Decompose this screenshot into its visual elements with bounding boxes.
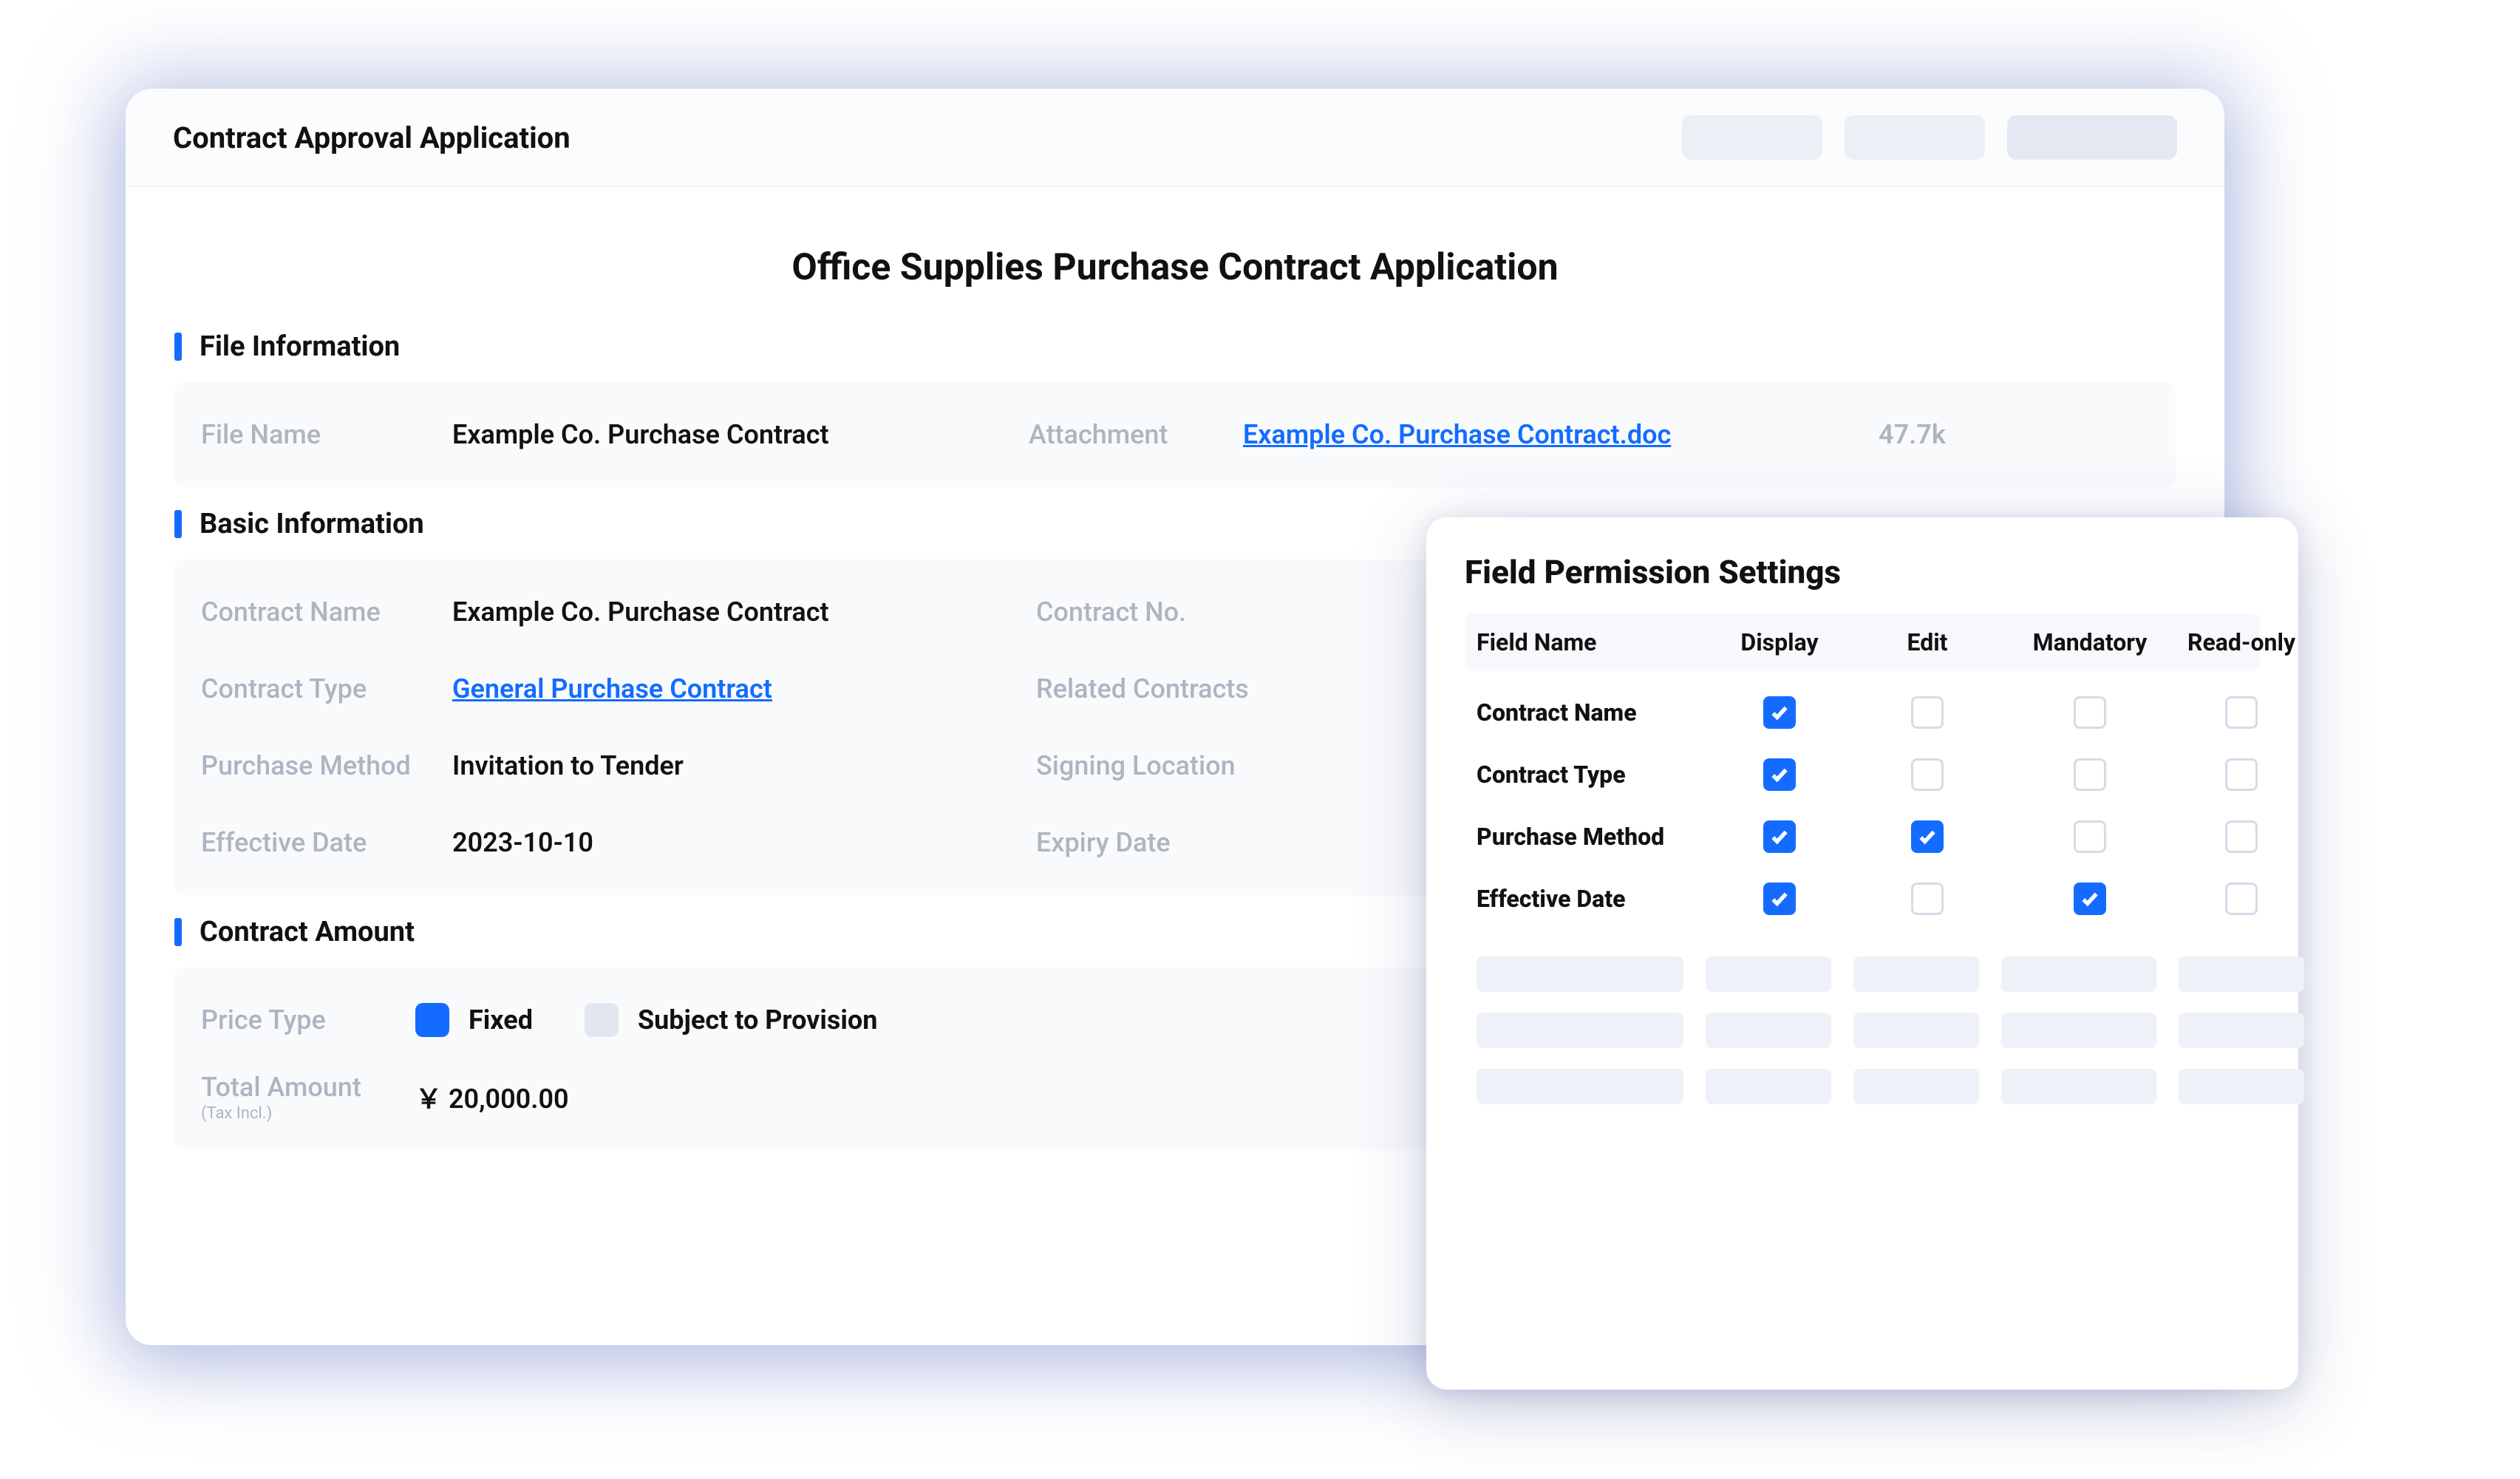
attachment-link[interactable]: Example Co. Purchase Contract.doc [1243, 419, 1864, 450]
value-effective-date: 2023-10-10 [452, 827, 593, 858]
header-actions [1682, 115, 2177, 160]
attachment-size: 47.7k [1879, 419, 1946, 450]
checkbox[interactable] [1911, 883, 1944, 915]
section-accent-bar [174, 510, 182, 538]
col-display: Display [1706, 628, 1853, 656]
header-action-placeholder[interactable] [1682, 115, 1822, 160]
permission-row: Purchase Method [1465, 806, 2260, 868]
label-effective-date: Effective Date [201, 827, 452, 858]
value-contract-type[interactable]: General Purchase Contract [452, 673, 772, 704]
permission-field-name: Contract Name [1477, 698, 1706, 727]
section-title-basic: Basic Information [200, 508, 424, 540]
label-expiry-date: Expiry Date [1036, 827, 1302, 858]
radio-box-icon [415, 1003, 449, 1037]
section-title-amount: Contract Amount [200, 916, 415, 948]
label-price-type: Price Type [201, 1004, 415, 1036]
permission-field-name: Contract Type [1477, 761, 1706, 789]
section-accent-bar [174, 918, 182, 946]
header-action-placeholder[interactable] [1845, 115, 1985, 160]
label-total-amount-sub: (Tax Incl.) [201, 1104, 415, 1123]
file-info-block: File Name Example Co. Purchase Contract … [174, 382, 2176, 487]
checkbox[interactable] [2225, 820, 2258, 853]
permission-panel-title: Field Permission Settings [1465, 553, 2260, 591]
checkbox[interactable] [1911, 758, 1944, 791]
label-file-name: File Name [201, 419, 452, 450]
permission-table-header: Field Name Display Edit Mandatory Read-o… [1465, 613, 2260, 671]
label-contract-name: Contract Name [201, 596, 452, 628]
value-file-name: Example Co. Purchase Contract [452, 419, 1029, 450]
col-readonly: Read-only [2179, 628, 2304, 656]
checkbox[interactable] [1763, 696, 1796, 729]
permission-field-name: Purchase Method [1477, 823, 1706, 851]
label-contract-no: Contract No. [1036, 596, 1302, 628]
label-signing-location: Signing Location [1036, 750, 1302, 781]
label-total-amount: Total Amount (Tax Incl.) [201, 1072, 415, 1123]
label-related-contracts: Related Contracts [1036, 673, 1302, 704]
field-permission-panel: Field Permission Settings Field Name Dis… [1426, 517, 2298, 1390]
permission-placeholder-rows [1465, 946, 2260, 1115]
checkbox[interactable] [2074, 883, 2106, 915]
checkbox[interactable] [1763, 820, 1796, 853]
checkbox[interactable] [2074, 820, 2106, 853]
label-purchase-method: Purchase Method [201, 750, 452, 781]
radio-box-icon [585, 1003, 619, 1037]
radio-label-provision: Subject to Provision [638, 1004, 877, 1036]
checkbox[interactable] [1911, 820, 1944, 853]
form-title: Office Supplies Purchase Contract Applic… [174, 246, 2176, 289]
section-accent-bar [174, 333, 182, 361]
col-mandatory: Mandatory [2001, 628, 2179, 656]
value-purchase-method: Invitation to Tender [452, 750, 684, 781]
permission-field-name: Effective Date [1477, 885, 1706, 913]
header-bar: Contract Approval Application [126, 89, 2224, 187]
checkbox[interactable] [1763, 883, 1796, 915]
label-contract-type: Contract Type [201, 673, 452, 704]
col-field-name: Field Name [1477, 628, 1706, 656]
permission-row: Contract Type [1465, 744, 2260, 806]
value-total-amount: ￥ 20,000.00 [415, 1078, 569, 1116]
checkbox[interactable] [2225, 758, 2258, 791]
value-contract-name: Example Co. Purchase Contract [452, 596, 829, 628]
checkbox[interactable] [2225, 883, 2258, 915]
section-title-file: File Information [200, 330, 400, 363]
col-edit: Edit [1853, 628, 2001, 656]
page-title: Contract Approval Application [173, 120, 571, 155]
checkbox[interactable] [2225, 696, 2258, 729]
radio-fixed[interactable]: Fixed [415, 1003, 533, 1037]
radio-label-fixed: Fixed [469, 1004, 533, 1036]
checkbox[interactable] [2074, 758, 2106, 791]
label-attachment: Attachment [1029, 419, 1243, 450]
header-action-placeholder[interactable] [2007, 115, 2177, 160]
permission-row: Contract Name [1465, 681, 2260, 744]
checkbox[interactable] [1911, 696, 1944, 729]
permission-row: Effective Date [1465, 868, 2260, 930]
label-total-amount-text: Total Amount [201, 1072, 361, 1103]
checkbox[interactable] [1763, 758, 1796, 791]
checkbox[interactable] [2074, 696, 2106, 729]
radio-provision[interactable]: Subject to Provision [585, 1003, 877, 1037]
